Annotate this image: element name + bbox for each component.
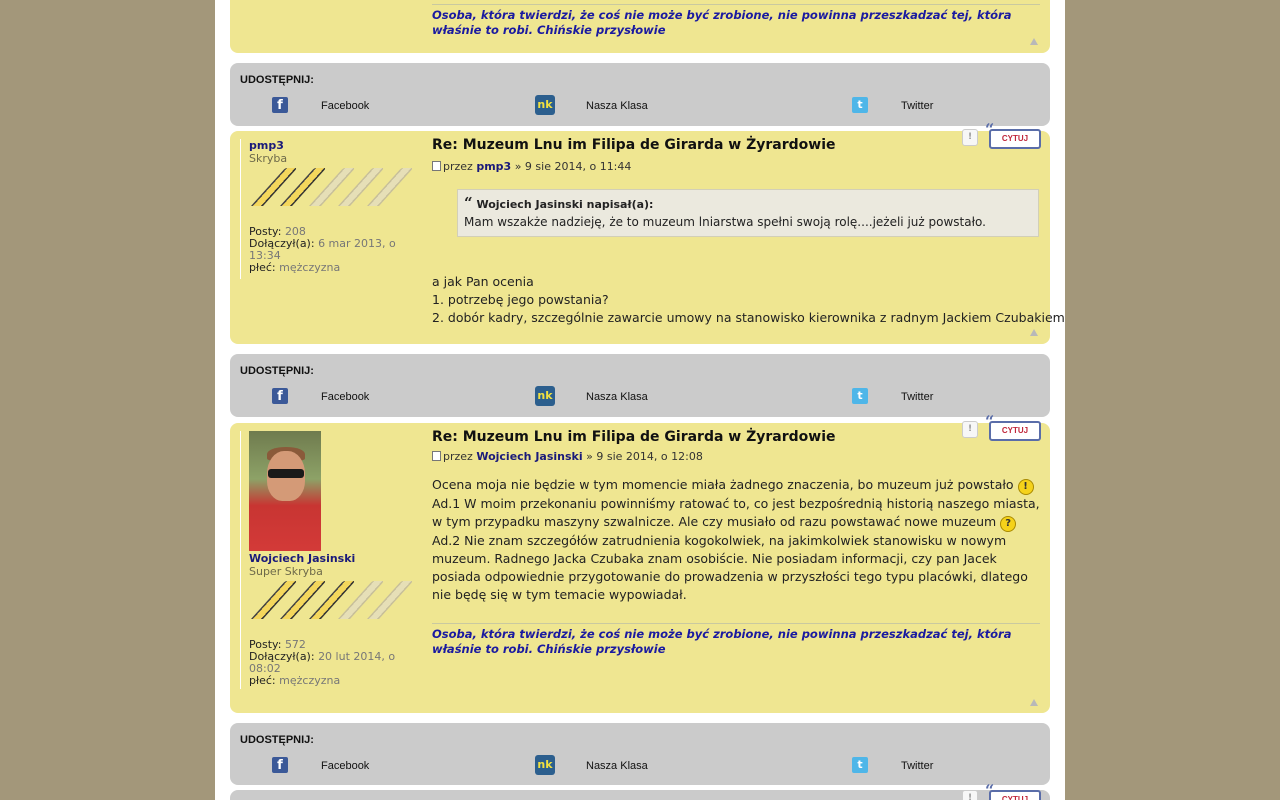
post-meta: przez pmp3 » 9 sie 2014, o 11:44 (432, 160, 631, 173)
nk-icon[interactable]: nk (535, 755, 555, 775)
post-body-paragraph: Ocena moja nie będzie w tym momencie mia… (432, 476, 1042, 495)
post-link-icon[interactable] (432, 161, 441, 171)
stat-gender: płeć: mężczyzna (249, 261, 341, 274)
share-twitter-label[interactable]: Twitter (901, 100, 933, 112)
share-title: UDOSTĘPNIJ: (240, 365, 314, 377)
facebook-icon[interactable]: f (272, 757, 288, 773)
post-body-paragraph: Ad.1 W moim przekonaniu powinniśmy ratow… (432, 495, 1042, 532)
quote-block: “ Wojciech Jasinski napisał(a): Mam wsza… (457, 189, 1039, 237)
quote-mark-icon: “ (985, 120, 995, 139)
profile-rank: Skryba (249, 152, 288, 165)
nk-icon[interactable]: nk (535, 95, 555, 115)
question-smiley-icon: ? (1000, 516, 1017, 532)
quote-mark-icon: “ (985, 412, 995, 431)
share-nasza-klasa[interactable]: nk Nasza Klasa (535, 755, 665, 775)
share-facebook[interactable]: f Facebook (272, 97, 382, 115)
post-meta: przez Wojciech Jasinski » 9 sie 2014, o … (432, 450, 703, 463)
post-title[interactable]: Re: Muzeum Lnu im Filipa de Girarda w Ży… (432, 429, 836, 445)
share-nasza-klasa[interactable]: nk Nasza Klasa (535, 95, 665, 115)
signature-divider (432, 4, 1040, 5)
post-body-line: 1. potrzebę jego powstania? (432, 292, 609, 307)
share-title: UDOSTĘPNIJ: (240, 74, 314, 86)
share-nk-label[interactable]: Nasza Klasa (586, 760, 648, 772)
share-bar: UDOSTĘPNIJ: f Facebook nk Nasza Klasa t … (230, 63, 1050, 126)
post-body-line: 2. dobór kadry, szczególnie zawarcie umo… (432, 310, 1065, 325)
post-profile: pmp3 Skryba (249, 139, 404, 165)
report-button[interactable]: ! (962, 129, 978, 146)
report-button[interactable]: ! (962, 790, 978, 800)
rank-pencils (249, 168, 414, 208)
rank-pencils (249, 581, 414, 621)
quote-button[interactable]: “ CYTUJ (985, 122, 1041, 149)
post-body: a jak Pan ocenia 1. potrzebę jego powsta… (432, 273, 1065, 327)
report-button[interactable]: ! (962, 421, 978, 438)
profile-username[interactable]: pmp3 (249, 139, 404, 152)
share-title: UDOSTĘPNIJ: (240, 734, 314, 746)
share-facebook[interactable]: f Facebook (272, 388, 382, 406)
post-title[interactable]: Re: Muzeum Lnu im Filipa de Girarda w Ży… (432, 137, 836, 153)
share-facebook[interactable]: f Facebook (272, 757, 382, 775)
quote-icon: “ (464, 194, 473, 212)
page-content: Osoba, która twierdzi, że coś nie może b… (215, 0, 1065, 800)
share-nk-label[interactable]: Nasza Klasa (586, 391, 648, 403)
signature-text: Osoba, która twierdzi, że coś nie może b… (432, 8, 1012, 37)
nk-icon[interactable]: nk (535, 386, 555, 406)
share-twitter[interactable]: t Twitter (852, 388, 952, 406)
stat-gender: płeć: mężczyzna (249, 674, 341, 687)
post-previous: Osoba, która twierdzi, że coś nie może b… (230, 0, 1050, 53)
profile-divider (240, 431, 241, 689)
back-to-top-icon[interactable] (1030, 699, 1038, 706)
signature-text: Osoba, która twierdzi, że coś nie może b… (432, 627, 1012, 656)
quote-button-label[interactable]: CYTUJ (1002, 426, 1028, 435)
post-body: Ocena moja nie będzie w tym momencie mia… (432, 476, 1042, 604)
share-facebook-label[interactable]: Facebook (321, 391, 369, 403)
facebook-icon[interactable]: f (272, 388, 288, 404)
profile-stats: Posty: 572 Dołączył(a): 20 lut 2014, o 0… (249, 639, 399, 687)
share-twitter[interactable]: t Twitter (852, 97, 952, 115)
profile-stats: Posty: 208 Dołączył(a): 6 mar 2013, o 13… (249, 226, 399, 274)
quote-button-label[interactable]: CYTUJ (1002, 795, 1028, 800)
stat-joined: Dołączył(a): 6 mar 2013, o 13:34 (249, 237, 396, 262)
post-body-paragraph: Ad.2 Nie znam szczegółów zatrudnienia ko… (432, 533, 1028, 602)
twitter-icon[interactable]: t (852, 388, 868, 404)
back-to-top-icon[interactable] (1030, 329, 1038, 336)
post: pmp3 Skryba Posty: 208 Dołączył(a): 6 ma… (230, 122, 1065, 344)
post-author[interactable]: pmp3 (476, 160, 511, 173)
share-bar: UDOSTĘPNIJ: f Facebook nk Nasza Klasa t … (230, 723, 1050, 785)
share-twitter[interactable]: t Twitter (852, 757, 952, 775)
share-twitter-label[interactable]: Twitter (901, 391, 933, 403)
post-body-line: a jak Pan ocenia (432, 274, 534, 289)
post-date: » 9 sie 2014, o 12:08 (586, 450, 703, 463)
stat-joined: Dołączył(a): 20 lut 2014, o 08:02 (249, 650, 396, 675)
share-twitter-label[interactable]: Twitter (901, 760, 933, 772)
share-facebook-label[interactable]: Facebook (321, 100, 369, 112)
profile-divider (240, 139, 241, 279)
twitter-icon[interactable]: t (852, 97, 868, 113)
quote-button[interactable]: “ CYTUJ (985, 783, 1041, 800)
quote-author: “ Wojciech Jasinski napisał(a): (464, 194, 654, 212)
signature-divider (432, 623, 1040, 624)
share-facebook-label[interactable]: Facebook (321, 760, 369, 772)
share-nasza-klasa[interactable]: nk Nasza Klasa (535, 386, 665, 406)
share-nk-label[interactable]: Nasza Klasa (586, 100, 648, 112)
share-bar: UDOSTĘPNIJ: f Facebook nk Nasza Klasa t … (230, 354, 1050, 417)
exclamation-smiley-icon: ! (1017, 479, 1034, 495)
quote-button[interactable]: “ CYTUJ (985, 414, 1041, 441)
post: Wojciech Jasinski Super Skryba Posty: 57… (230, 414, 1050, 713)
facebook-icon[interactable]: f (272, 97, 288, 113)
quote-button-label[interactable]: CYTUJ (1002, 134, 1028, 143)
quote-mark-icon: “ (985, 781, 995, 800)
post-date: » 9 sie 2014, o 11:44 (514, 160, 632, 173)
twitter-icon[interactable]: t (852, 757, 868, 773)
back-to-top-icon[interactable] (1030, 38, 1038, 45)
post-next: ! “ CYTUJ (230, 783, 1050, 800)
post-profile: Wojciech Jasinski Super Skryba (249, 552, 409, 578)
post-link-icon[interactable] (432, 451, 441, 461)
post-author[interactable]: Wojciech Jasinski (476, 450, 582, 463)
profile-rank: Super Skryba (249, 565, 323, 578)
profile-username[interactable]: Wojciech Jasinski (249, 552, 409, 565)
user-avatar[interactable] (249, 431, 321, 551)
quote-text: Mam wszakże nadzieję, że to muzeum lniar… (464, 215, 986, 229)
